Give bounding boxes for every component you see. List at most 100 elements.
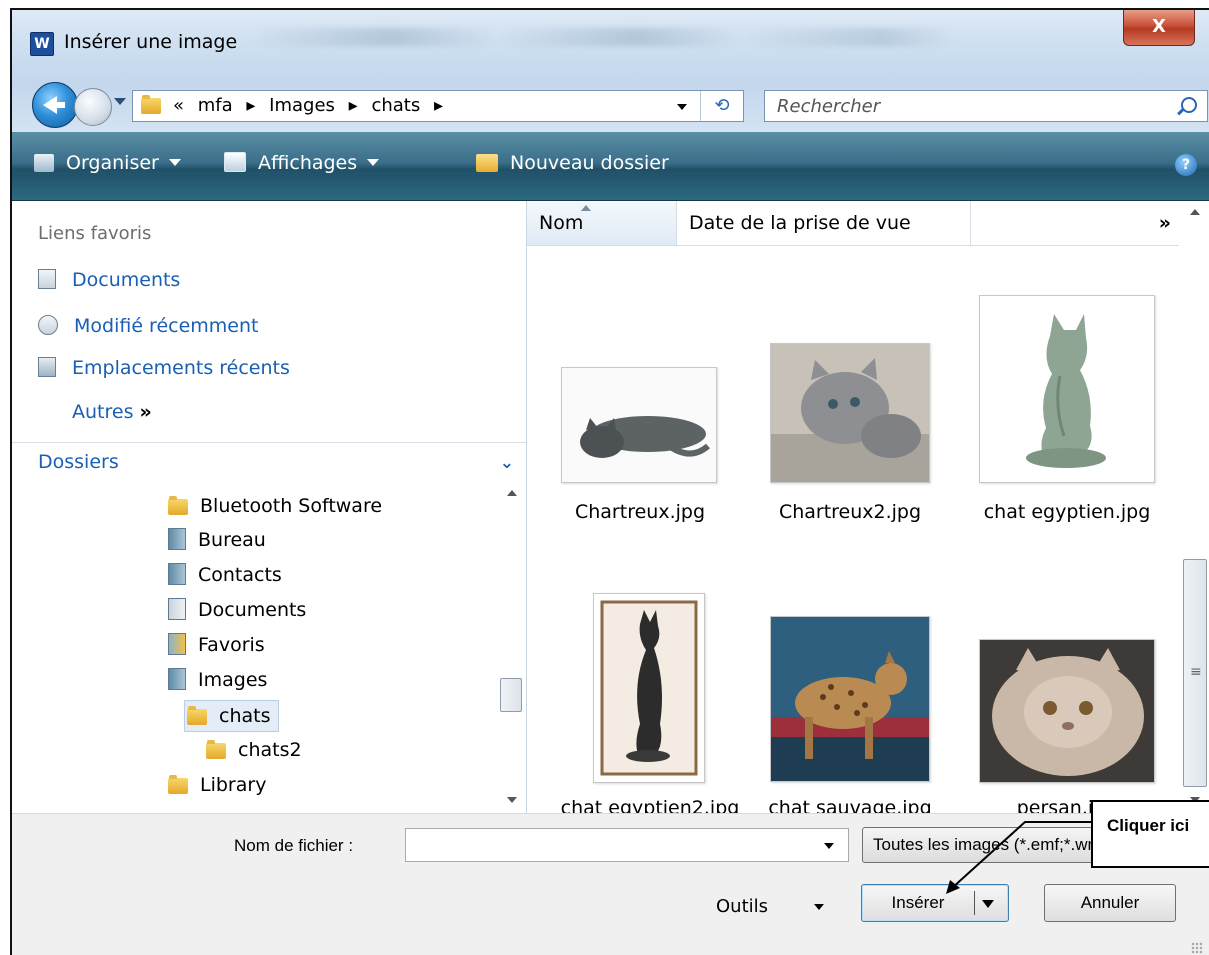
favorites-more-label: Autres: [72, 401, 134, 423]
folders-scroll-thumb[interactable]: [500, 678, 522, 712]
tree-item-label: Library: [200, 774, 267, 796]
breadcrumb-mfa[interactable]: mfa: [198, 95, 233, 116]
file-name[interactable]: Chartreux.jpg: [535, 501, 745, 523]
column-header-row: Nom Date de la prise de vue »: [527, 201, 1179, 246]
search-icon[interactable]: [1181, 97, 1197, 113]
thumbnail-chat-egyptien[interactable]: [979, 295, 1155, 483]
organize-icon: [34, 154, 54, 172]
tree-item-contacts[interactable]: Contacts: [168, 560, 282, 590]
tools-dropdown-icon[interactable]: [814, 904, 824, 910]
forward-button[interactable]: [74, 88, 112, 126]
folders-header[interactable]: Dossiers ⌄: [12, 442, 526, 483]
folders-title: Dossiers: [38, 451, 119, 473]
thumbnail-chartreux[interactable]: [561, 367, 717, 483]
search-input[interactable]: Rechercher: [777, 96, 880, 117]
folder-icon: [206, 739, 226, 759]
thumbnail-chat-egyptien2[interactable]: [593, 593, 705, 783]
tree-item-label: chats: [219, 705, 271, 727]
contacts-icon: [168, 563, 186, 585]
help-icon[interactable]: ?: [1175, 154, 1197, 176]
filename-label: Nom de fichier :: [234, 836, 354, 855]
new-folder-label: Nouveau dossier: [510, 152, 669, 174]
new-folder-icon: [476, 154, 498, 172]
back-button[interactable]: [32, 82, 78, 128]
breadcrumb-separator[interactable]: ▸: [246, 95, 255, 116]
title-bar: W Insérer une image X « mfa ▸ Images ▸ c…: [12, 10, 1209, 132]
tree-item-chats[interactable]: chats: [184, 700, 280, 732]
window-title: Insérer une image: [64, 31, 238, 53]
address-dropdown-icon[interactable]: [677, 104, 687, 110]
black-cat-statue-image: [594, 594, 704, 782]
favorites-more-link[interactable]: Autres »: [72, 401, 152, 423]
tree-item-images[interactable]: Images: [168, 665, 267, 695]
tree-item-documents[interactable]: Documents: [168, 595, 306, 625]
insert-button[interactable]: Insérer: [861, 884, 1009, 922]
thumbnail-chartreux2[interactable]: [770, 343, 930, 483]
cancel-button[interactable]: Annuler: [1044, 884, 1176, 922]
split-divider: [974, 891, 975, 915]
favorites-icon: [168, 633, 186, 655]
tree-item-label: Contacts: [198, 564, 282, 586]
favorite-documents[interactable]: Documents: [38, 269, 180, 291]
refresh-icon[interactable]: ⟲: [700, 91, 743, 121]
folder-icon: [141, 95, 161, 114]
filename-dropdown-icon[interactable]: [824, 843, 834, 849]
navigation-pane: Liens favoris Documents Modifié récemmen…: [12, 201, 527, 813]
insert-label: Insérer: [891, 893, 945, 912]
tree-item-chats2[interactable]: chats2: [206, 735, 302, 765]
breadcrumb-separator[interactable]: ▸: [349, 95, 358, 116]
views-menu[interactable]: Affichages: [224, 152, 380, 174]
favorite-label: Documents: [72, 269, 181, 291]
thumbnail-persan[interactable]: [979, 639, 1155, 783]
file-name[interactable]: Chartreux2.jpg: [745, 501, 955, 523]
annotation-callout: Cliquer ici: [1091, 800, 1209, 868]
folder-icon: [187, 705, 207, 725]
breadcrumb-chats[interactable]: chats: [371, 95, 420, 116]
pictures-icon: [168, 668, 186, 690]
tree-item-favoris[interactable]: Favoris: [168, 630, 265, 660]
breadcrumb-overflow[interactable]: «: [173, 95, 184, 116]
file-list-scroll-thumb[interactable]: ≡: [1183, 559, 1207, 787]
favorite-label: Emplacements récents: [72, 357, 290, 379]
tree-item-bureau[interactable]: Bureau: [168, 525, 266, 555]
breadcrumb-separator[interactable]: ▸: [434, 95, 443, 116]
persian-cat-image: [980, 640, 1154, 782]
tree-item-label: Favoris: [198, 634, 265, 656]
insert-options-dropdown-icon[interactable]: [982, 900, 994, 908]
close-button[interactable]: X: [1123, 10, 1195, 46]
cat-statue-image: [980, 296, 1154, 482]
folders-scrollbar[interactable]: [498, 482, 526, 813]
recent-pages-dropdown[interactable]: [114, 98, 126, 105]
resize-grip[interactable]: [1191, 942, 1203, 954]
documents-icon: [38, 269, 56, 289]
organize-menu[interactable]: Organiser: [34, 152, 181, 174]
breadcrumb-images[interactable]: Images: [269, 95, 335, 116]
favorite-recent-places[interactable]: Emplacements récents: [38, 357, 290, 379]
column-date-taken[interactable]: Date de la prise de vue: [677, 201, 971, 245]
gray-cat-lying-image: [562, 368, 716, 482]
scroll-down-icon[interactable]: [507, 797, 517, 803]
thumbnail-chat-sauvage[interactable]: [770, 616, 930, 782]
dialog-footer: Nom de fichier : Toutes les images (*.em…: [12, 813, 1209, 955]
tree-item-bluetooth-software[interactable]: Bluetooth Software: [168, 491, 382, 521]
tree-item-label: Bureau: [198, 529, 266, 551]
more-columns-button[interactable]: »: [971, 201, 1179, 245]
address-bar[interactable]: « mfa ▸ Images ▸ chats ▸ ⟲: [132, 90, 744, 122]
search-box[interactable]: Rechercher: [764, 90, 1208, 122]
scroll-up-icon[interactable]: [1190, 209, 1200, 215]
filename-input[interactable]: [405, 828, 849, 862]
file-name[interactable]: chat egyptien.jpg: [962, 501, 1172, 523]
spotted-wild-cat-image: [771, 617, 929, 781]
chevron-down-icon: [367, 159, 380, 166]
new-folder-button[interactable]: Nouveau dossier: [476, 152, 669, 174]
tools-menu[interactable]: Outils: [716, 896, 768, 917]
file-list-scrollbar[interactable]: ≡: [1181, 201, 1209, 813]
favorite-recently-modified[interactable]: Modifié récemment: [38, 315, 258, 337]
column-name[interactable]: Nom: [527, 201, 677, 245]
sort-ascending-icon: [581, 205, 591, 211]
gray-kitten-image: [771, 344, 929, 482]
scroll-up-icon[interactable]: [507, 490, 517, 496]
tree-item-library[interactable]: Library: [168, 770, 266, 800]
tree-item-label: Images: [198, 669, 268, 691]
organize-label: Organiser: [66, 152, 159, 174]
